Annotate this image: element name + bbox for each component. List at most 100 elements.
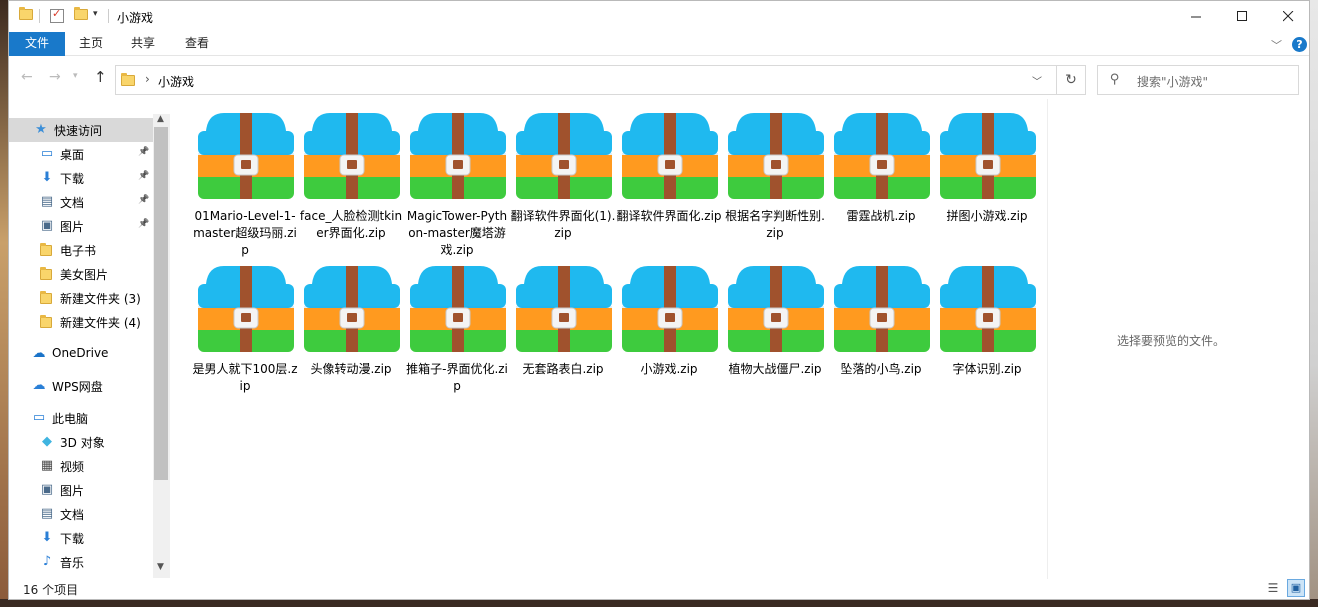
file-item[interactable]: 字体识别.zip — [934, 254, 1038, 402]
pin-icon: 📌 — [138, 195, 150, 205]
refresh-icon: ↻ — [1065, 72, 1077, 88]
sidebar-item[interactable]: ◆ 3D 对象 — [9, 430, 153, 454]
sidebar-item[interactable]: ▣ 图片 — [9, 478, 153, 502]
download-icon: ⬇ — [41, 530, 53, 545]
file-item[interactable]: 根据名字判断性别.zip — [722, 101, 826, 249]
sidebar-item[interactable]: 电子书 — [9, 238, 153, 262]
document-icon: ▤ — [40, 506, 54, 521]
file-item[interactable]: 01Mario-Level-1-master超级玛丽.zip — [192, 101, 297, 257]
file-item[interactable]: 植物大战僵尸.zip — [722, 254, 826, 402]
sidebar-item[interactable]: ♪ 音乐 — [9, 550, 153, 574]
sidebar-item[interactable]: ▤ 文档 — [9, 502, 153, 526]
sidebar-item-label: OneDrive — [52, 346, 109, 360]
file-item[interactable]: 小游戏.zip — [616, 254, 720, 402]
tab-file[interactable]: 文件 — [9, 32, 65, 56]
chevron-down-icon[interactable]: ﹀ — [1271, 37, 1282, 53]
close-button[interactable] — [1265, 1, 1311, 32]
file-item[interactable]: 雷霆战机.zip — [828, 101, 932, 249]
file-name: 拼图小游戏.zip — [946, 209, 1028, 223]
wps-cloud-icon: ☁ — [32, 378, 46, 393]
new-folder-icon[interactable] — [74, 7, 88, 23]
pin-icon: 📌 — [138, 147, 150, 157]
chevron-right-icon[interactable]: › — [145, 72, 150, 86]
file-item[interactable]: face_人脸检测tkiner界面化.zip — [298, 101, 402, 249]
video-icon: ▦ — [40, 458, 54, 473]
sidebar-item[interactable]: ▦ 视频 — [9, 454, 153, 478]
address-row: ← → ▾ ↑ › 小游戏 ﹀ ↻ ⚲ 搜索"小游戏" — [9, 57, 1309, 99]
ribbon-tabs: 文件 主页 共享 查看 ﹀ ? — [9, 32, 1309, 56]
sidebar-item[interactable]: ★ 快速访问 — [9, 118, 153, 142]
file-name: 翻译软件界面化.zip — [616, 209, 722, 223]
file-item[interactable]: 头像转动漫.zip — [298, 254, 402, 402]
file-name: 无套路表白.zip — [522, 362, 604, 376]
sidebar-item[interactable]: 新建文件夹 (4) — [9, 310, 153, 334]
file-item[interactable]: 拼图小游戏.zip — [934, 101, 1038, 249]
sidebar-item-label: 新建文件夹 (3) — [60, 292, 141, 306]
window-title: 小游戏 — [117, 11, 154, 25]
file-list: 01Mario-Level-1-master超级玛丽.zip face_人脸检测… — [170, 99, 1050, 579]
zip-archive-icon — [728, 262, 824, 358]
file-item[interactable]: 翻译软件界面化(1).zip — [510, 101, 615, 249]
sidebar-item[interactable]: ⬇ 下载 — [9, 526, 153, 550]
item-count: 16 个项目 — [23, 583, 79, 597]
zip-archive-icon — [728, 109, 824, 205]
file-item[interactable]: 推箱子-界面优化.zip — [404, 254, 508, 402]
maximize-button[interactable] — [1219, 1, 1265, 32]
music-icon: ♪ — [42, 554, 52, 569]
sidebar-item[interactable]: ▣ 图片 📌 — [9, 214, 153, 238]
large-icons-view-icon[interactable]: ▣ — [1287, 579, 1305, 597]
up-arrow-icon[interactable]: ↑ — [94, 68, 107, 86]
refresh-button[interactable]: ↻ — [1056, 65, 1086, 95]
zip-archive-icon — [940, 109, 1036, 205]
sidebar-item[interactable]: 美女图片 — [9, 262, 153, 286]
divider — [108, 9, 109, 23]
recent-locations-chevron-icon[interactable]: ▾ — [73, 71, 78, 81]
sidebar-item-label: 美女图片 — [60, 268, 109, 282]
sidebar-item-label: 文档 — [60, 508, 85, 522]
pin-icon: 📌 — [138, 171, 150, 181]
scroll-thumb[interactable] — [154, 127, 168, 480]
zip-archive-icon — [622, 262, 718, 358]
sidebar-item-label: 新建文件夹 (4) — [60, 316, 141, 330]
file-item[interactable]: 翻译软件界面化.zip — [616, 101, 722, 249]
address-bar[interactable]: › 小游戏 ﹀ — [115, 65, 1057, 95]
sidebar-item[interactable]: ▭ 此电脑 — [9, 406, 153, 430]
scroll-up-icon[interactable]: ▲ — [157, 114, 164, 124]
forward-arrow-icon[interactable]: → — [49, 69, 61, 85]
tab-home[interactable]: 主页 — [79, 32, 103, 56]
address-dropdown-icon[interactable]: ﹀ — [1032, 73, 1042, 88]
pin-icon: 📌 — [138, 219, 150, 229]
file-item[interactable]: 坠落的小鸟.zip — [828, 254, 932, 402]
tab-share[interactable]: 共享 — [131, 32, 155, 56]
zip-archive-icon — [940, 262, 1036, 358]
search-icon: ⚲ — [1110, 72, 1120, 87]
nav-scrollbar[interactable]: ▲ ▼ — [153, 114, 170, 578]
explorer-window: ▾ 小游戏 文件 主页 共享 查看 ﹀ ? ← → ▾ ↑ › 小游戏 ﹀ — [8, 0, 1310, 600]
back-arrow-icon[interactable]: ← — [21, 69, 33, 85]
minimize-button[interactable] — [1173, 1, 1219, 32]
file-item[interactable]: 无套路表白.zip — [510, 254, 614, 402]
tab-view[interactable]: 查看 — [185, 32, 209, 56]
quick-access-dropdown-icon[interactable]: ▾ — [93, 9, 98, 19]
zip-archive-icon — [304, 109, 400, 205]
file-item[interactable]: 是男人就下100层.zip — [192, 254, 298, 402]
sidebar-item[interactable]: ☁ OneDrive — [9, 342, 153, 366]
sidebar-item[interactable]: ▤ 文档 📌 — [9, 190, 153, 214]
help-icon[interactable]: ? — [1292, 37, 1307, 52]
zip-archive-icon — [198, 109, 294, 205]
file-name: 坠落的小鸟.zip — [840, 362, 922, 376]
search-input[interactable]: ⚲ 搜索"小游戏" — [1097, 65, 1299, 95]
sidebar-item[interactable]: ▭ 桌面 📌 — [9, 142, 153, 166]
file-item[interactable]: MagicTower-Python-master魔塔游戏.zip — [404, 101, 508, 257]
properties-icon[interactable] — [50, 7, 64, 23]
scroll-down-icon[interactable]: ▼ — [157, 562, 164, 572]
status-bar: 16 个项目 ☰ ▣ — [9, 578, 1309, 600]
sidebar-item[interactable]: ☁ WPS网盘 — [9, 374, 153, 398]
sidebar-item[interactable]: ⬇ 下载 📌 — [9, 166, 153, 190]
details-view-icon[interactable]: ☰ — [1265, 581, 1281, 596]
sidebar-item[interactable]: 新建文件夹 (3) — [9, 286, 153, 310]
desktop-background-left — [0, 0, 8, 607]
zip-archive-icon — [834, 109, 930, 205]
sidebar-item-label: 3D 对象 — [60, 436, 105, 450]
breadcrumb[interactable]: 小游戏 — [158, 73, 194, 90]
